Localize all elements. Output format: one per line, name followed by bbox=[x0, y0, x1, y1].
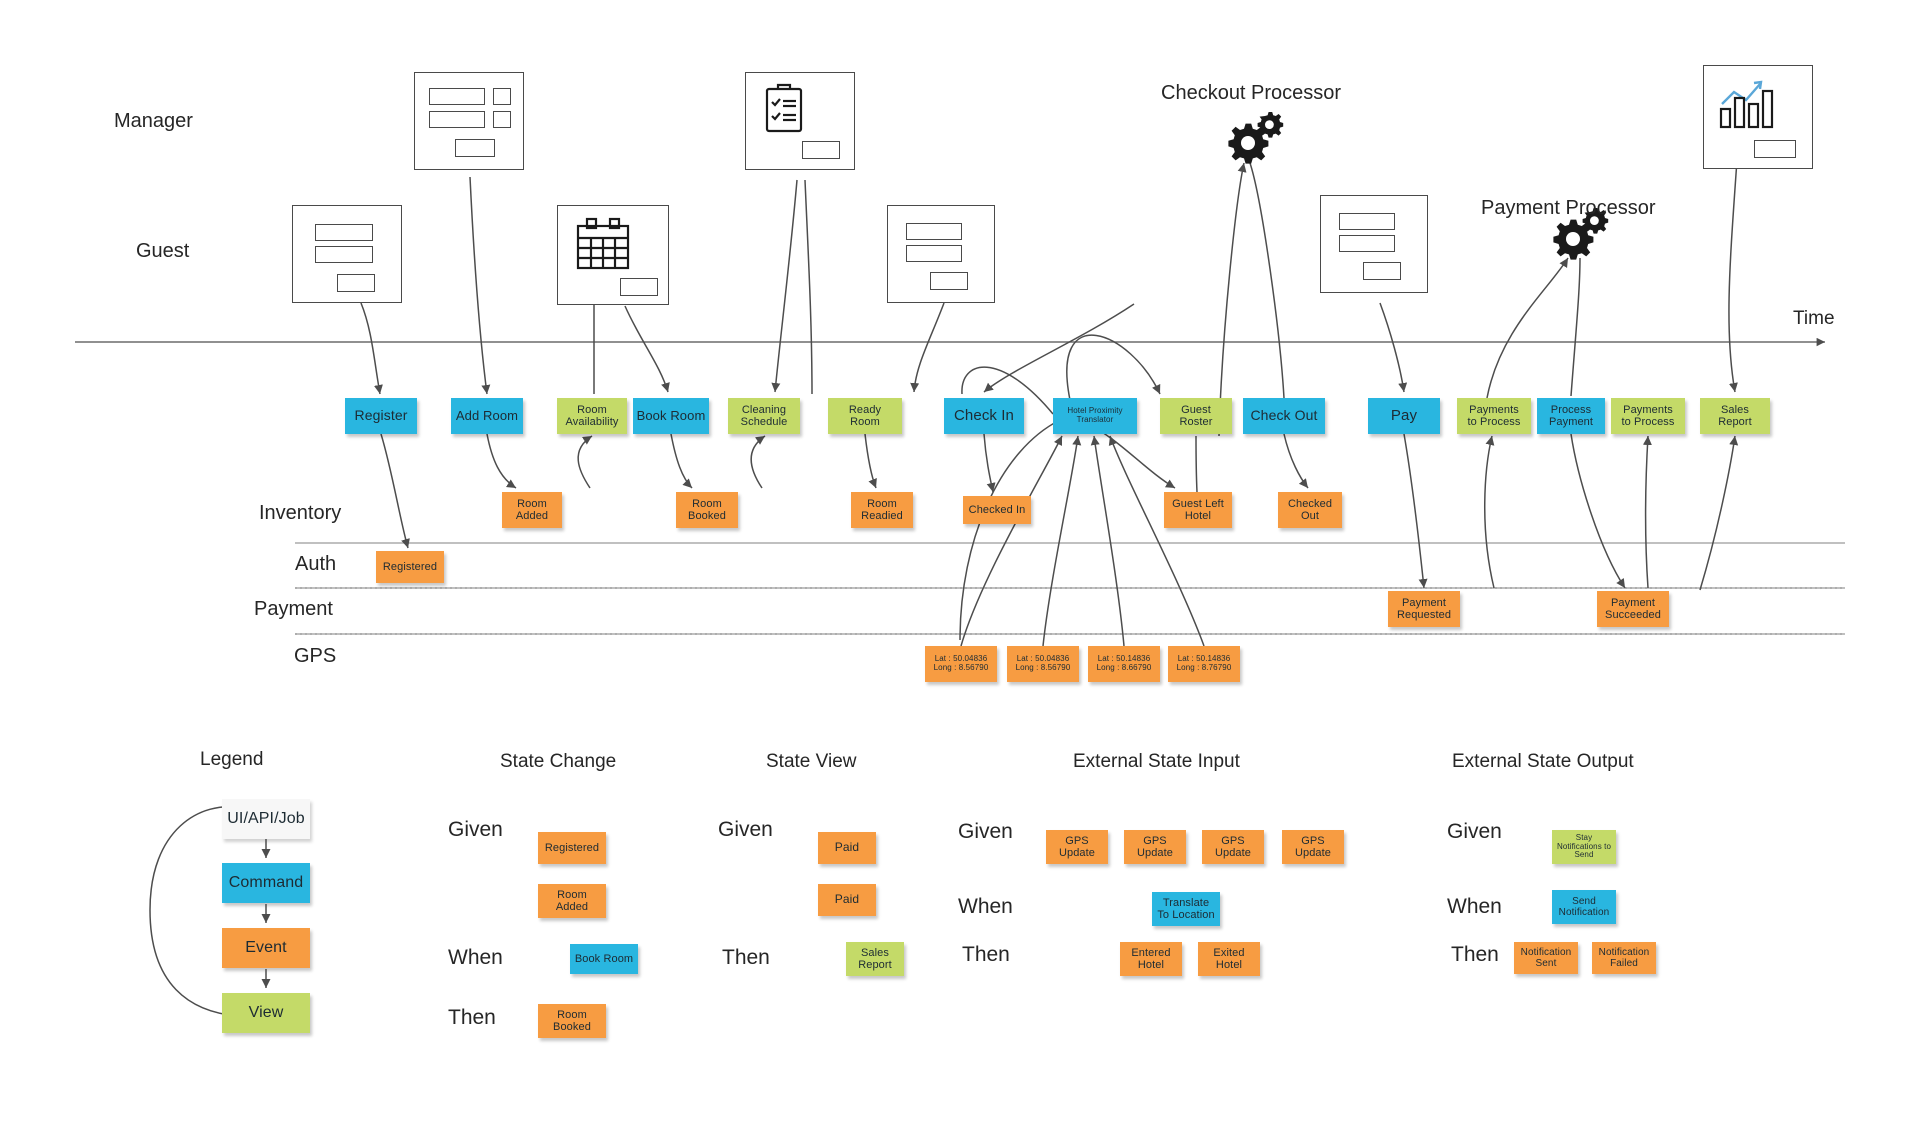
state-change-given-label: Given bbox=[448, 818, 503, 841]
eso-when-send-notification[interactable]: Send Notification bbox=[1552, 890, 1616, 924]
eso-then-notification-failed[interactable]: Notification Failed bbox=[1592, 942, 1656, 974]
event-storming-board: Manager Guest Checkout Processor Payment… bbox=[0, 0, 1920, 1123]
sc-when-book-room[interactable]: Book Room bbox=[570, 944, 638, 974]
section-title-state-change: State Change bbox=[500, 751, 617, 772]
eso-then-notification-sent[interactable]: Notification Sent bbox=[1514, 942, 1578, 974]
esi-then-label: Then bbox=[962, 943, 1010, 966]
state-change-when-label: When bbox=[448, 946, 503, 969]
eso-given-stay-notifications[interactable]: Stay Notifications to Send bbox=[1552, 830, 1616, 864]
section-title-state-view: State View bbox=[766, 751, 857, 772]
sv-given-paid-1[interactable]: Paid bbox=[818, 832, 876, 864]
eso-given-label: Given bbox=[1447, 820, 1502, 843]
state-change-then-label: Then bbox=[448, 1006, 496, 1029]
sv-then-sales-report[interactable]: Sales Report bbox=[846, 942, 904, 976]
section-title-external-state-output: External State Output bbox=[1452, 751, 1634, 772]
esi-when-label: When bbox=[958, 895, 1013, 918]
esi-given-gps-update-1[interactable]: GPS Update bbox=[1046, 830, 1108, 864]
esi-given-gps-update-2[interactable]: GPS Update bbox=[1124, 830, 1186, 864]
esi-when-translate-to-location[interactable]: Translate To Location bbox=[1152, 892, 1220, 926]
esi-given-label: Given bbox=[958, 820, 1013, 843]
eso-when-label: When bbox=[1447, 895, 1502, 918]
esi-given-gps-update-3[interactable]: GPS Update bbox=[1202, 830, 1264, 864]
state-view-given-label: Given bbox=[718, 818, 773, 841]
sc-then-room-booked[interactable]: Room Booked bbox=[538, 1004, 606, 1038]
sv-given-paid-2[interactable]: Paid bbox=[818, 884, 876, 916]
section-title-external-state-input: External State Input bbox=[1073, 751, 1240, 772]
esi-then-exited-hotel[interactable]: Exited Hotel bbox=[1198, 942, 1260, 976]
esi-given-gps-update-4[interactable]: GPS Update bbox=[1282, 830, 1344, 864]
sc-given-room-added[interactable]: Room Added bbox=[538, 884, 606, 918]
esi-then-entered-hotel[interactable]: Entered Hotel bbox=[1120, 942, 1182, 976]
eso-then-label: Then bbox=[1451, 943, 1499, 966]
state-view-then-label: Then bbox=[722, 946, 770, 969]
sc-given-registered[interactable]: Registered bbox=[538, 832, 606, 864]
